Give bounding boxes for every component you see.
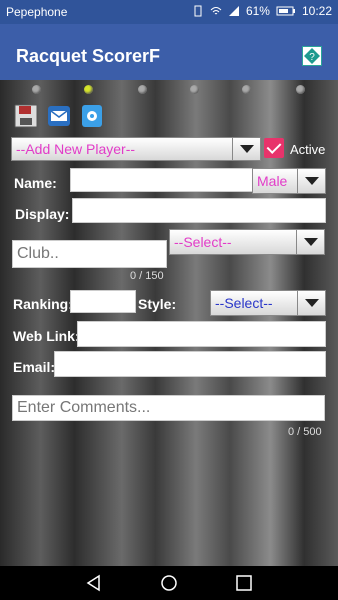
club-select[interactable]: --Select--: [169, 229, 325, 255]
comments-char-counter: 0 / 500: [288, 426, 322, 438]
signal-icon: [228, 6, 239, 16]
ranking-field[interactable]: [70, 290, 136, 313]
status-bar: Pepephone 61% 10:22: [0, 0, 338, 24]
club-char-counter: 0 / 150: [130, 270, 164, 282]
chevron-down-icon: [296, 230, 324, 254]
active-checkbox[interactable]: [264, 138, 284, 158]
page-dot-6[interactable]: [296, 85, 305, 94]
email-field[interactable]: [54, 351, 326, 377]
page-dot-4[interactable]: [190, 85, 199, 94]
active-label: Active: [290, 142, 326, 157]
chevron-down-icon: [232, 138, 260, 160]
page-dot-5[interactable]: [242, 85, 251, 94]
recents-icon[interactable]: [235, 574, 253, 592]
name-label: Name:: [14, 175, 57, 191]
comments-placeholder: Enter Comments...: [17, 399, 151, 416]
back-icon[interactable]: [85, 574, 103, 592]
comments-field[interactable]: Enter Comments...: [12, 395, 325, 421]
vibrate-icon: [194, 5, 202, 17]
share-icon[interactable]: [80, 104, 104, 128]
page-dot-2[interactable]: [84, 85, 93, 94]
navigation-bar: [0, 566, 338, 600]
page-dot-1[interactable]: [32, 85, 41, 94]
battery-percent: 61%: [245, 4, 270, 18]
email-icon[interactable]: [47, 104, 71, 128]
style-label: Style:: [138, 296, 177, 312]
wifi-icon: [210, 7, 222, 15]
weblink-label: Web Link:: [13, 328, 80, 344]
app-bar: Racquet ScorerF: [0, 24, 338, 80]
email-label: Email:: [13, 359, 56, 375]
clock: 10:22: [301, 4, 332, 18]
club-field[interactable]: Club..: [12, 240, 167, 268]
display-label: Display:: [15, 206, 70, 222]
gender-value: Male: [257, 173, 288, 189]
help-button[interactable]: ?: [302, 46, 322, 66]
help-icon: ?: [304, 48, 320, 64]
player-select-value: --Add New Player--: [16, 141, 136, 157]
save-icon[interactable]: [14, 104, 38, 128]
carrier-name: Pepephone: [6, 5, 68, 19]
ranking-label: Ranking:: [13, 296, 73, 312]
page-dot-3[interactable]: [138, 85, 147, 94]
display-field[interactable]: [72, 198, 326, 223]
player-select[interactable]: --Add New Player--: [11, 137, 261, 161]
home-icon[interactable]: [160, 574, 178, 592]
battery-icon: [276, 6, 295, 16]
status-icons: 61% 10:22: [192, 4, 332, 18]
club-placeholder: Club..: [17, 245, 59, 262]
chevron-down-icon: [297, 169, 325, 193]
style-select-value: --Select--: [215, 295, 273, 311]
name-field[interactable]: [70, 168, 254, 192]
style-select[interactable]: --Select--: [210, 290, 326, 316]
gender-select[interactable]: Male: [252, 168, 326, 194]
app-title: Racquet ScorerF: [16, 46, 161, 66]
club-select-value: --Select--: [174, 234, 232, 250]
weblink-field[interactable]: [77, 321, 326, 347]
chevron-down-icon: [297, 291, 325, 315]
svg-text:?: ?: [309, 52, 315, 63]
